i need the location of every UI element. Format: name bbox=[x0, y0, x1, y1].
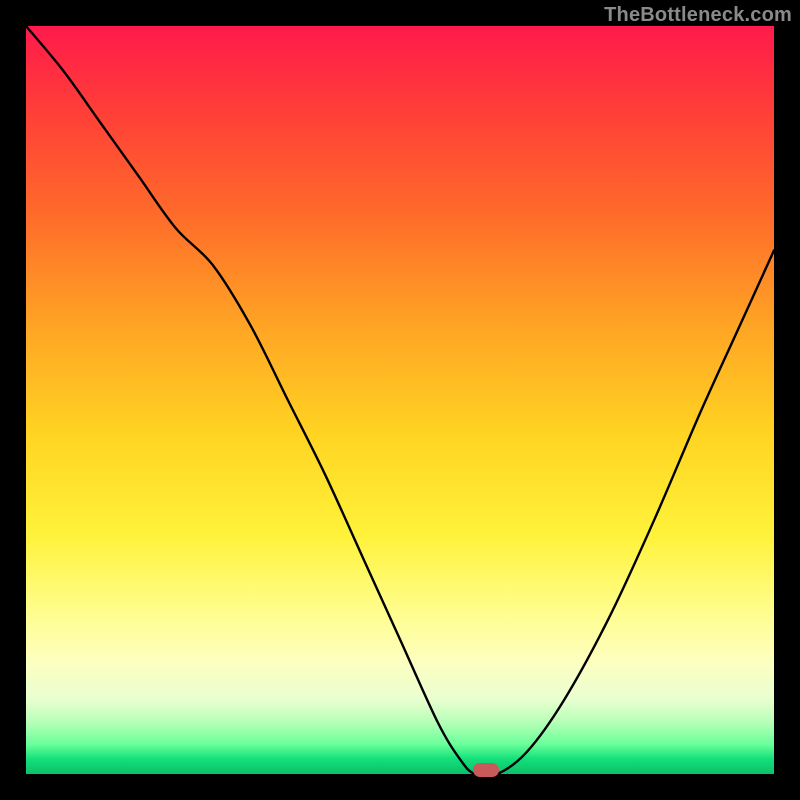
bottleneck-curve bbox=[26, 26, 774, 774]
optimal-point-marker bbox=[473, 763, 499, 777]
watermark: TheBottleneck.com bbox=[604, 4, 792, 27]
curve-path bbox=[26, 26, 774, 774]
plot-area bbox=[26, 26, 774, 774]
chart-frame: TheBottleneck.com bbox=[0, 0, 800, 800]
